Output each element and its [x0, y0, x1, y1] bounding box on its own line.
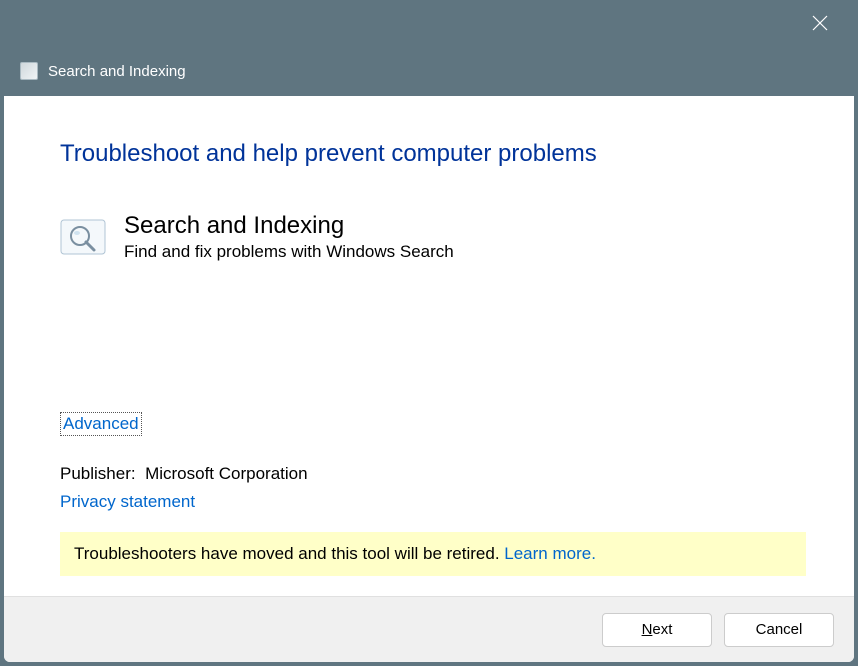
- troubleshooter-small-icon: [20, 62, 38, 80]
- troubleshooter-item: Search and Indexing Find and fix problem…: [60, 212, 798, 262]
- troubleshooter-text: Search and Indexing Find and fix problem…: [124, 212, 454, 262]
- advanced-link[interactable]: Advanced: [60, 412, 142, 436]
- notice-text: Troubleshooters have moved and this tool…: [74, 544, 504, 563]
- content-body: Troubleshoot and help prevent computer p…: [4, 96, 854, 596]
- content-frame: Troubleshoot and help prevent computer p…: [4, 96, 854, 662]
- troubleshooter-title: Search and Indexing: [124, 212, 454, 240]
- search-indexing-icon: [60, 214, 106, 260]
- close-button[interactable]: [800, 3, 840, 43]
- cancel-button[interactable]: Cancel: [724, 613, 834, 647]
- publisher-row: Publisher: Microsoft Corporation: [60, 464, 798, 484]
- publisher-label: Publisher:: [60, 464, 136, 483]
- page-heading: Troubleshoot and help prevent computer p…: [60, 140, 798, 168]
- publisher-value: Microsoft Corporation: [145, 464, 308, 483]
- next-label-rest: ext: [652, 621, 672, 638]
- footer-bar: Next Cancel: [4, 596, 854, 662]
- titlebar: [0, 0, 858, 46]
- retirement-notice: Troubleshooters have moved and this tool…: [60, 532, 806, 576]
- close-icon: [812, 15, 828, 31]
- window-subtitle: Search and Indexing: [48, 63, 186, 80]
- next-button[interactable]: Next: [602, 613, 712, 647]
- learn-more-link[interactable]: Learn more.: [504, 544, 596, 563]
- window-subheader: Search and Indexing: [0, 46, 858, 96]
- privacy-statement-link[interactable]: Privacy statement: [60, 492, 195, 512]
- troubleshooter-description: Find and fix problems with Windows Searc…: [124, 242, 454, 262]
